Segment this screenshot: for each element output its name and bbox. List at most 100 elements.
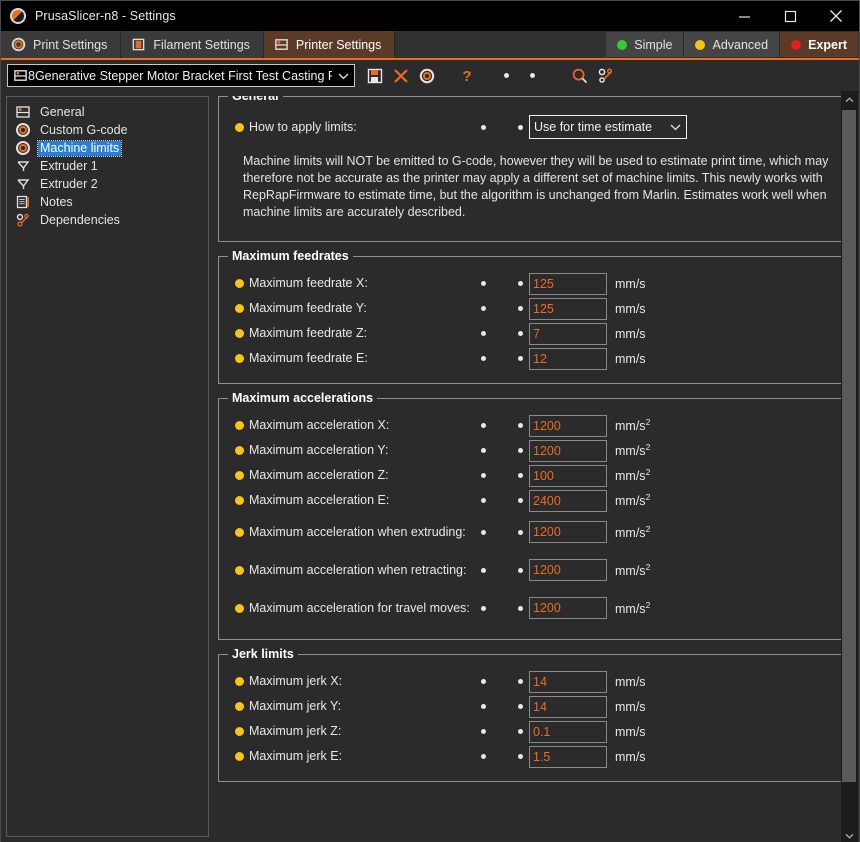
mode-advanced-button[interactable]: Advanced — [684, 32, 781, 57]
sidebar-item-extruder-2[interactable]: Extruder 2 — [15, 175, 208, 193]
search-settings-button[interactable] — [593, 63, 619, 89]
mode-simple-button[interactable]: Simple — [606, 32, 685, 57]
maximum-feedrate-x-input[interactable] — [529, 272, 607, 295]
marker-dot-icon[interactable] — [481, 529, 486, 535]
maximum-acceleration-y-input[interactable] — [529, 439, 607, 462]
marker-dot-icon[interactable] — [518, 605, 523, 611]
compare-presets-button[interactable] — [567, 63, 593, 89]
close-button[interactable] — [813, 1, 859, 31]
marker-dot-icon[interactable] — [518, 498, 523, 503]
marker-dot-icon[interactable] — [481, 473, 486, 478]
marker-dot-icon[interactable] — [518, 567, 523, 573]
row-maximum-jerk-y: Maximum jerk Y: mm/s — [227, 694, 840, 719]
row-label: How to apply limits: — [249, 119, 357, 134]
settings-category-tree: General Custom G-code Machine limits Ext… — [6, 96, 209, 837]
maximum-acceleration-when-extruding-input[interactable] — [529, 521, 607, 543]
scroll-down-button[interactable] — [841, 827, 858, 842]
marker-dot-icon[interactable] — [481, 754, 486, 759]
save-preset-button[interactable] — [362, 63, 388, 89]
marker-dot-icon[interactable] — [518, 529, 523, 535]
preset-combobox[interactable]: 8Generative Stepper Motor Bracket First … — [7, 64, 355, 87]
maximum-jerk-x-input[interactable] — [529, 670, 607, 693]
row-maximum-acceleration-y: Maximum acceleration Y: mm/s2 — [227, 438, 840, 463]
minimize-button[interactable] — [721, 1, 767, 31]
sidebar-item-dependencies[interactable]: Dependencies — [15, 211, 208, 229]
row-maximum-feedrate-e: Maximum feedrate E: mm/s — [227, 346, 840, 371]
row-markers — [481, 498, 529, 503]
marker-dot-icon[interactable] — [481, 498, 486, 503]
chevron-down-icon[interactable] — [332, 65, 354, 86]
maximum-feedrate-e-input[interactable] — [529, 347, 607, 370]
title-bar: PrusaSlicer-n8 - Settings — [1, 1, 859, 31]
mode-expert-button[interactable]: Expert — [780, 32, 858, 57]
group-title: Maximum accelerations — [228, 391, 378, 405]
marker-dot-icon[interactable] — [481, 448, 486, 453]
marker-dot-icon[interactable] — [481, 281, 486, 286]
marker-dot-icon[interactable] — [518, 448, 523, 453]
scrollbar-thumb[interactable] — [842, 110, 856, 782]
marker-dot-icon[interactable] — [518, 473, 523, 478]
sidebar-item-general[interactable]: General — [15, 103, 208, 121]
marker-dot-icon[interactable] — [481, 704, 486, 709]
maximum-acceleration-for-travel-moves-input[interactable] — [529, 597, 607, 619]
tab-filament-settings[interactable]: Filament Settings — [121, 31, 264, 58]
maximum-acceleration-e-input[interactable] — [529, 489, 607, 512]
marker-dot-icon[interactable] — [481, 605, 486, 611]
settings-body: General Custom G-code Machine limits Ext… — [1, 91, 859, 842]
marker-dot-icon[interactable] — [518, 281, 523, 286]
marker-dot-icon[interactable] — [481, 729, 486, 734]
marker-dot-icon[interactable] — [481, 679, 486, 684]
toolbar-dot-2[interactable] — [519, 63, 545, 89]
window-title: PrusaSlicer-n8 - Settings — [35, 9, 176, 23]
sidebar-item-custom-gcode[interactable]: Custom G-code — [15, 121, 208, 139]
delete-preset-button[interactable] — [388, 63, 414, 89]
sidebar-item-extruder-1[interactable]: Extruder 1 — [15, 157, 208, 175]
maximize-button[interactable] — [767, 1, 813, 31]
row-maximum-acceleration-when-extruding: Maximum acceleration when extruding: mm/… — [227, 513, 840, 551]
marker-dot-icon[interactable] — [481, 124, 486, 130]
marker-dot-icon[interactable] — [481, 356, 486, 361]
marker-dot-icon[interactable] — [518, 423, 523, 428]
row-markers — [481, 567, 529, 573]
tab-label: Filament Settings — [153, 37, 250, 52]
marker-dot-icon[interactable] — [518, 331, 523, 336]
maximum-jerk-z-input[interactable] — [529, 720, 607, 743]
scrollbar-track[interactable] — [841, 108, 858, 827]
toolbar-dot-1[interactable] — [493, 63, 519, 89]
maximum-feedrate-y-input[interactable] — [529, 297, 607, 320]
mode-label: Simple — [634, 37, 673, 52]
sidebar-item-label: Machine limits — [36, 139, 123, 157]
maximum-acceleration-when-retracting-input[interactable] — [529, 559, 607, 581]
maximum-acceleration-x-input[interactable] — [529, 414, 607, 437]
help-button[interactable]: ? — [454, 63, 480, 89]
scroll-up-button[interactable] — [841, 91, 858, 108]
how-to-apply-limits-select[interactable]: Use for time estimate — [529, 115, 687, 139]
marker-dot-icon[interactable] — [518, 754, 523, 759]
maximum-acceleration-z-input[interactable] — [529, 464, 607, 487]
marker-dot-icon[interactable] — [481, 306, 486, 311]
tab-print-settings[interactable]: Print Settings — [1, 31, 122, 58]
marker-dot-icon[interactable] — [518, 704, 523, 709]
sidebar-item-notes[interactable]: Notes — [15, 193, 208, 211]
chevron-down-icon[interactable] — [664, 123, 686, 131]
vertical-scrollbar[interactable] — [841, 91, 858, 842]
marker-dot-icon[interactable] — [518, 679, 523, 684]
modified-marker-icon — [235, 702, 244, 711]
marker-dot-icon[interactable] — [481, 423, 486, 428]
maximum-jerk-y-input[interactable] — [529, 695, 607, 718]
modified-marker-icon — [235, 279, 244, 288]
marker-dot-icon[interactable] — [518, 729, 523, 734]
sidebar-item-machine-limits[interactable]: Machine limits — [15, 139, 208, 157]
marker-dot-icon[interactable] — [481, 331, 486, 336]
marker-dot-icon[interactable] — [518, 306, 523, 311]
marker-dot-icon[interactable] — [518, 356, 523, 361]
maximum-jerk-e-input[interactable] — [529, 745, 607, 768]
unit-label: mm/s — [615, 301, 646, 316]
preset-settings-button[interactable] — [414, 63, 440, 89]
marker-dot-icon[interactable] — [481, 567, 486, 573]
modified-marker-icon — [235, 496, 244, 505]
tab-printer-settings[interactable]: Printer Settings — [263, 31, 396, 58]
maximum-feedrate-z-input[interactable] — [529, 322, 607, 345]
modified-marker-icon — [235, 727, 244, 736]
marker-dot-icon[interactable] — [518, 124, 523, 130]
